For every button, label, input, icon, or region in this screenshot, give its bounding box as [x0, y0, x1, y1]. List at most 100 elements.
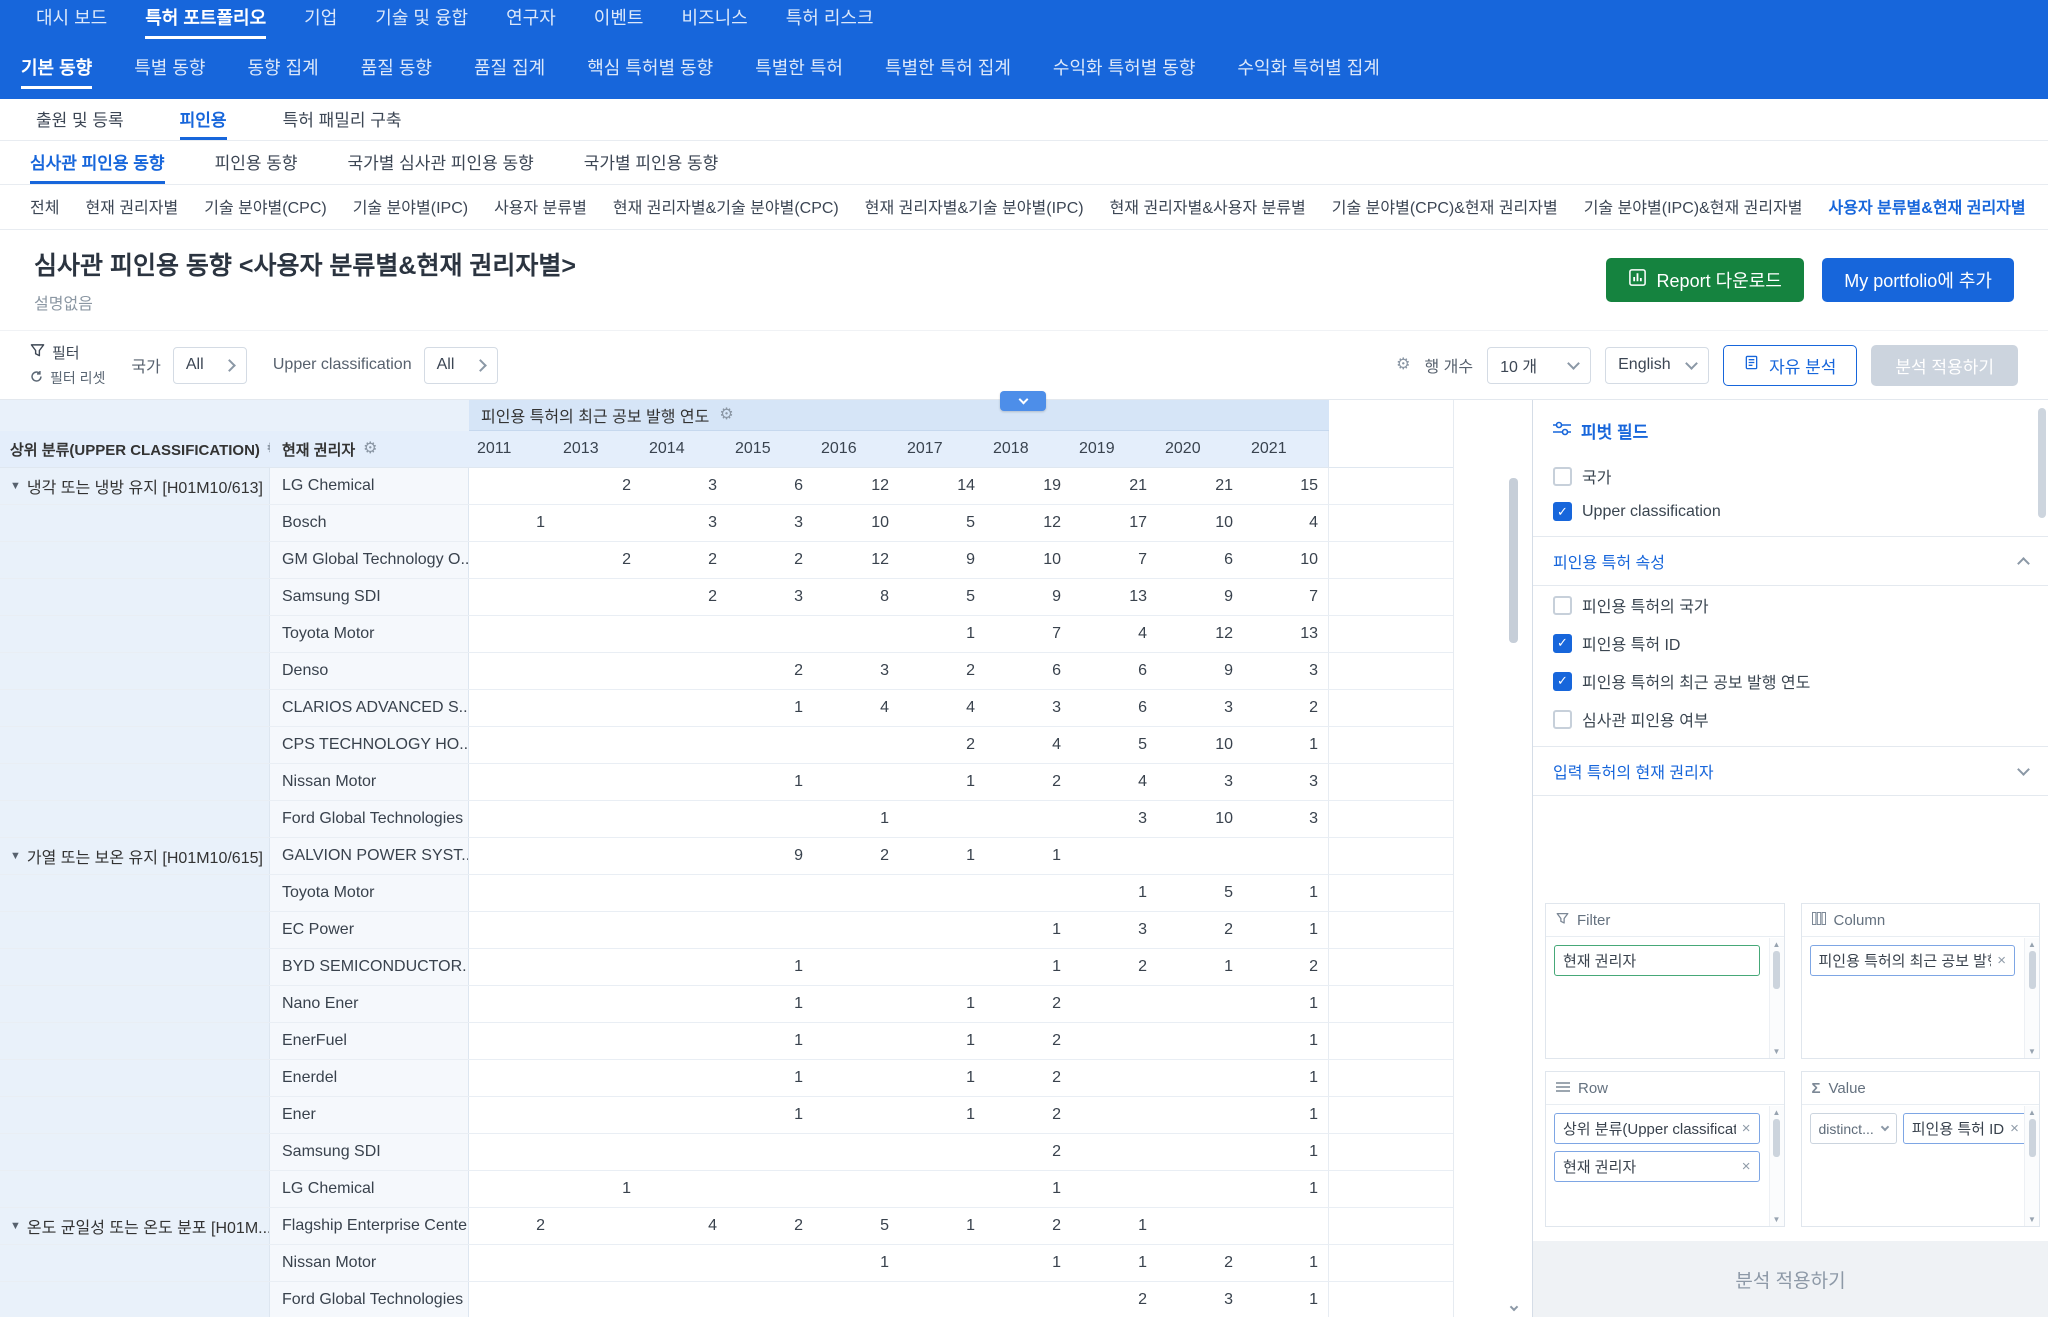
remove-tag-icon[interactable]: × [1997, 952, 2006, 969]
apply-analysis-bottom-button[interactable]: 분석 적용하기 [1533, 1241, 2048, 1317]
pivot-field[interactable]: 국가 [1533, 457, 2048, 495]
tab-trend-type[interactable]: 피인용 동향 [215, 141, 298, 184]
tab-citation-type[interactable]: 출원 및 등록 [36, 99, 124, 140]
secondary-nav-item[interactable]: 품질 동향 [361, 54, 432, 89]
secondary-nav-item[interactable]: 기본 동향 [21, 54, 92, 89]
pivot-field[interactable]: 심사관 피인용 여부 [1533, 700, 2048, 738]
primary-nav-item[interactable]: 연구자 [506, 4, 556, 39]
primary-nav-item[interactable]: 대시 보드 [36, 4, 107, 39]
tab-breakdown[interactable]: 현재 권리자별&기술 분야별(CPC) [613, 185, 839, 229]
tab-breakdown[interactable]: 현재 권리자별&기술 분야별(IPC) [865, 185, 1084, 229]
table-scrollbar[interactable] [1507, 472, 1520, 1310]
filter-toggle[interactable]: 필터 [30, 342, 105, 363]
checkbox-unchecked[interactable] [1553, 596, 1572, 615]
value-cell [641, 1171, 727, 1207]
filter-reset-button[interactable]: 필터 리셋 [30, 368, 105, 388]
group-collapse-icon[interactable]: ▼ [10, 480, 21, 492]
column-panel-scrollbar[interactable]: ▲▼ [2024, 938, 2039, 1058]
value-cell: 1 [899, 1208, 985, 1244]
language-select[interactable]: English [1605, 347, 1709, 384]
secondary-nav-item[interactable]: 특별한 특허 집계 [885, 54, 1011, 89]
free-analysis-button[interactable]: 자유 분석 [1723, 345, 1857, 386]
upper-classification-select[interactable]: All [424, 347, 498, 384]
collapse-columns-button[interactable] [1000, 391, 1046, 411]
group-collapse-icon[interactable]: ▼ [10, 850, 21, 862]
table-row: BYD SEMICONDUCTOR...11212 [0, 949, 1453, 986]
pivot-section-header[interactable]: 피인용 특허 속성 [1533, 536, 2048, 586]
tab-breakdown[interactable]: 기술 분야별(CPC)&현재 권리자별 [1332, 185, 1558, 229]
tab-breakdown[interactable]: 현재 권리자별 [85, 185, 178, 229]
pivot-tag[interactable]: 현재 권리자 [1554, 945, 1760, 976]
row-filler-cell [1329, 690, 1453, 726]
pivot-field[interactable]: ✓Upper classification [1533, 495, 2048, 528]
tab-breakdown[interactable]: 전체 [30, 185, 59, 229]
primary-nav-item[interactable]: 이벤트 [594, 4, 644, 39]
tab-breakdown[interactable]: 기술 분야별(IPC)&현재 권리자별 [1584, 185, 1803, 229]
remove-tag-icon[interactable]: × [1742, 1158, 1751, 1175]
pivot-tag[interactable]: 피인용 특허의 최근 공보 발행 ...× [1810, 945, 2016, 976]
value-cell [555, 505, 641, 541]
checkbox-unchecked[interactable] [1553, 710, 1572, 729]
scrollbar-thumb[interactable] [1509, 478, 1518, 643]
tab-breakdown[interactable]: 기술 분야별(CPC) [204, 185, 326, 229]
value-cell [727, 1282, 813, 1317]
tab-breakdown[interactable]: 사용자 분류별&현재 권리자별 [1829, 185, 2026, 229]
tab-breakdown[interactable]: 사용자 분류별 [494, 185, 587, 229]
scroll-down-icon[interactable] [1509, 1303, 1517, 1311]
pivot-field[interactable]: ✓피인용 특허 ID [1533, 624, 2048, 662]
value-cell [555, 616, 641, 652]
secondary-nav-item[interactable]: 수익화 특허별 동향 [1053, 54, 1195, 89]
tab-trend-type[interactable]: 심사관 피인용 동향 [30, 141, 165, 184]
secondary-nav-item[interactable]: 동향 집계 [248, 54, 319, 89]
table-row: Nano Ener1121 [0, 986, 1453, 1023]
country-filter-select[interactable]: All [173, 347, 247, 384]
value-cell [555, 875, 641, 911]
primary-nav-item[interactable]: 비즈니스 [681, 4, 747, 39]
checkbox-checked[interactable]: ✓ [1553, 634, 1572, 653]
remove-tag-icon[interactable]: × [1742, 1120, 1751, 1137]
secondary-nav-item[interactable]: 특별 동향 [134, 54, 205, 89]
sidebar-scrollbar-thumb[interactable] [2038, 408, 2046, 518]
value-aggregation-select[interactable]: distinct... [1810, 1113, 1897, 1144]
primary-nav-item[interactable]: 기술 및 융합 [375, 4, 468, 39]
tab-trend-type[interactable]: 국가별 심사관 피인용 동향 [348, 141, 534, 184]
report-download-button[interactable]: Report 다운로드 [1606, 258, 1804, 302]
value-panel-scrollbar[interactable]: ▲▼ [2024, 1106, 2039, 1226]
secondary-nav-item[interactable]: 핵심 특허별 동향 [587, 54, 713, 89]
pivot-tag[interactable]: 피인용 특허 ID× [1903, 1113, 2028, 1144]
tab-breakdown[interactable]: 현재 권리자별&사용자 분류별 [1110, 185, 1306, 229]
secondary-nav-item[interactable]: 품질 집계 [474, 54, 545, 89]
band-settings-icon[interactable]: ⚙ [719, 407, 733, 423]
checkbox-checked[interactable]: ✓ [1553, 502, 1572, 521]
group-empty-cell [0, 1097, 270, 1133]
pivot-field[interactable]: ✓피인용 특허의 최근 공보 발행 연도 [1533, 662, 2048, 700]
checkbox-checked[interactable]: ✓ [1553, 672, 1572, 691]
row-panel-scrollbar[interactable]: ▲▼ [1769, 1106, 1784, 1226]
checkbox-unchecked[interactable] [1553, 467, 1572, 486]
add-to-portfolio-button[interactable]: My portfolio에 추가 [1822, 258, 2014, 302]
row-count-select[interactable]: 10 개 [1487, 347, 1591, 384]
secondary-nav-item[interactable]: 특별한 특허 [755, 54, 843, 89]
group-collapse-icon[interactable]: ▼ [10, 1220, 21, 1232]
apply-analysis-button[interactable]: 분석 적용하기 [1871, 345, 2018, 386]
remove-tag-icon[interactable]: × [2010, 1120, 2019, 1137]
pivot-tag[interactable]: 현재 권리자× [1554, 1151, 1760, 1182]
pivot-section-header[interactable]: 입력 특허의 현재 권리자 [1533, 746, 2048, 796]
primary-nav-item[interactable]: 특허 포트폴리오 [145, 4, 266, 39]
group-empty-cell [0, 1245, 270, 1281]
row-count-settings-icon[interactable]: ⚙ [1396, 357, 1410, 373]
pivot-tag[interactable]: 상위 분류(Upper classificati...× [1554, 1113, 1760, 1144]
secondary-nav-item[interactable]: 수익화 특허별 집계 [1237, 54, 1379, 89]
country-label: 국가 [131, 353, 160, 377]
filter-panel-scrollbar[interactable]: ▲▼ [1769, 938, 1784, 1058]
tab-citation-type[interactable]: 특허 패밀리 구축 [283, 99, 402, 140]
value-cell: 12 [985, 505, 1071, 541]
pivot-field-sidebar: 피벗 필드 국가✓Upper classification 피인용 특허 속성피… [1532, 400, 2048, 1317]
tab-breakdown[interactable]: 기술 분야별(IPC) [353, 185, 468, 229]
tab-trend-type[interactable]: 국가별 피인용 동향 [584, 141, 719, 184]
primary-nav-item[interactable]: 특허 리스크 [786, 4, 874, 39]
pivot-field[interactable]: 피인용 특허의 국가 [1533, 586, 2048, 624]
primary-nav-item[interactable]: 기업 [304, 4, 337, 39]
column2-settings-icon[interactable]: ⚙ [363, 441, 377, 457]
tab-citation-type[interactable]: 피인용 [180, 99, 227, 140]
